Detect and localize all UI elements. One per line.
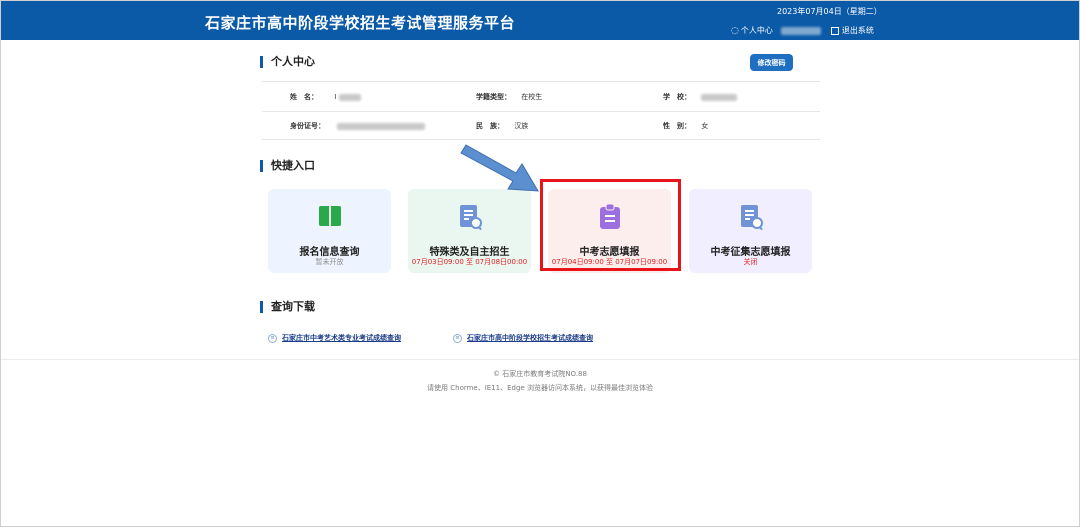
change-password-button[interactable]: 修改密码 — [750, 54, 793, 71]
card-name: 特殊类及自主招生 — [429, 247, 510, 258]
card-name: 中考征集志愿填报 — [710, 247, 791, 258]
current-date: 2023年07月04日（星期二） — [777, 7, 882, 16]
gender-value: 女 — [701, 122, 709, 130]
gender-label: 性 别： — [663, 122, 691, 130]
card-name: 报名信息查询 — [299, 247, 360, 258]
quick-entry-title: 快捷入口 — [260, 160, 315, 172]
link-exam-score-query[interactable]: ≡ 石家庄市高中阶段学校招生考试成绩查询 — [453, 333, 593, 343]
card-special-admission[interactable]: 特殊类及自主招生 07月03日09:00 至 07月08日00:00 — [408, 189, 531, 273]
name-field: 姓 名： I — [290, 92, 361, 102]
book-icon — [317, 203, 343, 233]
redacted-username — [780, 26, 821, 35]
copyright-text: © 石家庄市教育考试院NO.88 — [493, 370, 587, 378]
redacted-school — [701, 93, 738, 101]
footer-divider — [1, 359, 1079, 360]
link-label: 石家庄市中考艺术类专业考试成绩查询 — [282, 334, 401, 342]
ethnic-field: 民 族： 汉族 — [476, 121, 528, 131]
link-label: 石家庄市高中阶段学校招生考试成绩查询 — [467, 334, 593, 342]
ethnic-value: 汉族 — [514, 122, 529, 130]
gender-field: 性 别： 女 — [663, 121, 708, 131]
logout-label: 退出系统 — [841, 26, 874, 35]
redacted-name — [338, 93, 361, 101]
card-supplementary-volunteer[interactable]: 中考征集志愿填报 关闭 — [689, 189, 812, 273]
status-field: 学籍类型： 在校生 — [476, 92, 542, 102]
downloads-title: 查询下载 — [260, 301, 315, 313]
card-status: 暂未开放 — [315, 258, 344, 266]
user-icon: ◌ — [731, 25, 739, 36]
status-value: 在校生 — [521, 93, 543, 101]
school-label: 学 校： — [663, 93, 691, 101]
name-value: I — [334, 93, 337, 101]
divider — [262, 139, 820, 140]
document-search-icon — [456, 203, 484, 235]
top-header: 石家庄市高中阶段学校招生考试管理服务平台 2023年07月04日（星期二） ◌ … — [1, 1, 1079, 40]
logout-button[interactable]: 退出系统 — [830, 25, 874, 36]
school-field: 学 校： — [663, 92, 738, 102]
card-period: 07月03日09:00 至 07月08日00:00 — [411, 258, 528, 266]
status-label: 学籍类型： — [476, 93, 511, 101]
id-field: 身份证号： — [290, 121, 426, 131]
user-area: ◌ 个人中心 退出系统 — [731, 25, 874, 36]
document-icon: ≡ — [268, 333, 277, 343]
browser-note: 请使用 Chorme、IE11、Edge 浏览器访问本系统，以获得最佳浏览体验 — [427, 384, 653, 392]
name-label: 姓 名： — [290, 93, 318, 101]
ethnic-label: 民 族： — [476, 122, 504, 130]
document-icon: ≡ — [453, 333, 462, 343]
card-registration-query[interactable]: 报名信息查询 暂未开放 — [268, 189, 391, 273]
app-title: 石家庄市高中阶段学校招生考试管理服务平台 — [205, 14, 516, 32]
id-label: 身份证号： — [290, 122, 325, 130]
pointer-arrow-icon — [460, 144, 539, 192]
highlight-box — [540, 179, 681, 271]
link-art-score-query[interactable]: ≡ 石家庄市中考艺术类专业考试成绩查询 — [268, 333, 401, 343]
logout-icon — [830, 26, 839, 35]
user-center-link[interactable]: 个人中心 — [741, 25, 773, 36]
document-search-icon — [737, 203, 765, 235]
divider — [262, 81, 820, 82]
card-status: 关闭 — [743, 258, 758, 266]
personal-center-title: 个人中心 — [260, 56, 315, 68]
redacted-id — [337, 122, 426, 130]
divider — [262, 111, 820, 112]
